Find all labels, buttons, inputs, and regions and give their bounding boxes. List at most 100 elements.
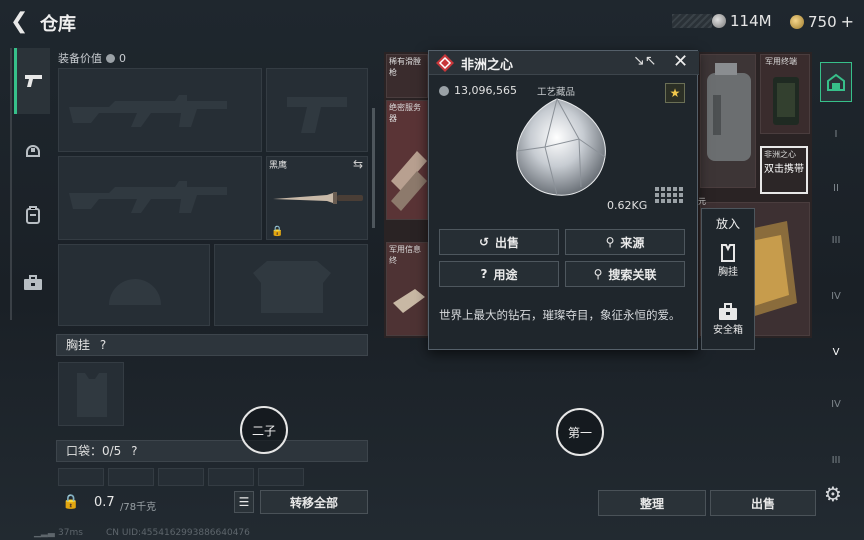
usage-button-label: 用途 bbox=[493, 267, 518, 282]
swap-icon[interactable]: ⇆ bbox=[353, 157, 363, 171]
pocket-slot-3[interactable] bbox=[158, 468, 204, 486]
left-bottom-bar: 🔒 0.7 /78千克 ☰ 转移全部 bbox=[56, 488, 376, 518]
helmet-icon bbox=[26, 145, 40, 157]
silver-coin-icon bbox=[712, 14, 726, 28]
transfer-all-button[interactable]: 转移全部 bbox=[260, 490, 368, 514]
search-related-button[interactable]: ⚲ 搜索关联 bbox=[565, 261, 685, 287]
favorite-star-icon[interactable]: ★ bbox=[665, 83, 685, 103]
right-storage-sidebar: I II III IV V IV III bbox=[818, 48, 854, 478]
popup-title: 非洲之心 bbox=[461, 58, 514, 73]
pistol-silhouette-icon bbox=[287, 97, 347, 133]
help-icon[interactable]: ? bbox=[100, 338, 106, 352]
chest-rig-slot[interactable] bbox=[58, 362, 124, 426]
sidebar-item-helmet[interactable] bbox=[18, 136, 48, 166]
gold-amount: 750 bbox=[808, 12, 837, 31]
grid-item-label: 军用终端 bbox=[765, 57, 797, 66]
sell-button-label: 出售 bbox=[495, 235, 520, 250]
storage-tab-label: IV bbox=[831, 398, 841, 410]
put-in-safebox-button[interactable]: 安全箱 bbox=[702, 303, 754, 349]
grid-item-heart-of-africa[interactable]: 非洲之心 双击携带 bbox=[760, 146, 808, 194]
secondary-weapon-slot[interactable] bbox=[58, 156, 262, 240]
sell-icon: ↺ bbox=[478, 235, 490, 249]
source-button-label: 来源 bbox=[620, 235, 645, 250]
search-icon: ⚲ bbox=[593, 267, 603, 281]
sell-all-button[interactable]: 出售 bbox=[710, 490, 816, 516]
terminal-icon bbox=[393, 289, 425, 313]
backpack-icon bbox=[26, 206, 40, 224]
put-in-chest-rig-button[interactable]: 胸挂 bbox=[702, 243, 754, 289]
loadout-circle-label: 二子 bbox=[251, 423, 276, 438]
sidebar-item-case[interactable] bbox=[18, 268, 48, 298]
storage-tab-1[interactable]: I bbox=[822, 120, 850, 148]
status-footer: ▁▂▃ 37ms CN UID:4554162993886640476 bbox=[0, 528, 864, 540]
storage-tab-5-active[interactable]: V bbox=[822, 338, 850, 366]
sidebar-item-weapons[interactable] bbox=[14, 48, 50, 114]
currency-tag: 元 bbox=[698, 197, 706, 206]
armor-slot[interactable] bbox=[214, 244, 368, 326]
put-in-label: 放入 bbox=[715, 216, 740, 231]
rifle-silhouette-icon bbox=[69, 181, 227, 213]
grid-item-jerrycan[interactable] bbox=[700, 54, 756, 188]
grid-item-top-secret-server[interactable]: 绝密服务器 bbox=[386, 100, 428, 220]
item-size-grid-icon bbox=[655, 187, 683, 203]
signal-icon: ▁▂▃ bbox=[34, 528, 55, 538]
item-description: 世界上最大的钻石，璀璨夺目，象征永恒的爱。 bbox=[439, 308, 681, 322]
storage-tab-7[interactable]: III bbox=[822, 446, 850, 474]
item-weight: 0.62KG bbox=[607, 199, 648, 212]
pocket-slot-2[interactable] bbox=[108, 468, 154, 486]
double-click-carry-hint: 双击携带 bbox=[764, 164, 804, 175]
list-view-button[interactable]: ☰ bbox=[234, 491, 254, 513]
scrollbar[interactable] bbox=[372, 108, 375, 228]
item-price: 13,096,565 bbox=[439, 84, 517, 97]
helmet-slot[interactable] bbox=[58, 244, 210, 326]
rifle-silhouette-icon bbox=[69, 95, 227, 127]
storage-home-tab[interactable] bbox=[820, 62, 852, 102]
silver-amount: 114M bbox=[730, 12, 772, 30]
vest-silhouette-icon bbox=[77, 373, 107, 417]
knife-name: 黑鹰 bbox=[269, 161, 288, 171]
organize-button[interactable]: 整理 bbox=[598, 490, 706, 516]
settings-gear-icon[interactable]: ⚙ bbox=[824, 482, 842, 506]
diamond-item-image bbox=[516, 98, 606, 196]
grid-item-military-terminal-2[interactable]: 军用终端 bbox=[760, 54, 810, 134]
storage-tab-label: II bbox=[833, 182, 839, 194]
loadout-circle-second[interactable]: 二子 bbox=[240, 406, 288, 454]
help-icon[interactable]: ? bbox=[131, 444, 137, 458]
pistol-slot[interactable] bbox=[266, 68, 368, 152]
weight-current: 0.7 bbox=[94, 495, 115, 510]
search-related-label: 搜索关联 bbox=[608, 267, 657, 282]
grid-item-label: 非洲之心 bbox=[764, 150, 796, 159]
pocket-section: 口袋：0/5 ? bbox=[56, 440, 368, 462]
loadout-circle-first[interactable]: 第一 bbox=[556, 408, 604, 456]
sell-button[interactable]: ↺ 出售 bbox=[439, 229, 559, 255]
pocket-slot-5[interactable] bbox=[258, 468, 304, 486]
source-button[interactable]: ⚲ 来源 bbox=[565, 229, 685, 255]
pistol-icon bbox=[24, 75, 42, 87]
storage-tab-4[interactable]: IV bbox=[822, 282, 850, 310]
header-stripe-decoration bbox=[672, 14, 712, 28]
grid-item-military-terminal[interactable]: 军用信息终 bbox=[386, 242, 428, 336]
primary-weapon-slot[interactable] bbox=[58, 68, 262, 152]
grid-item-label: 稀有滑膛枪 bbox=[389, 57, 421, 77]
pocket-slot-4[interactable] bbox=[208, 468, 254, 486]
page-title: 仓库 bbox=[40, 14, 76, 35]
device-icon bbox=[773, 77, 799, 125]
gold-coin-icon bbox=[790, 14, 804, 29]
storage-tab-label: III bbox=[831, 454, 841, 466]
close-icon[interactable]: ✕ bbox=[673, 51, 688, 72]
server-icon bbox=[391, 151, 427, 211]
collapse-icon[interactable]: ↘↖ bbox=[633, 53, 656, 69]
sidebar-item-backpack[interactable] bbox=[18, 200, 48, 230]
usage-button[interactable]: ? 用途 bbox=[439, 261, 559, 287]
back-arrow-icon[interactable]: ❮ bbox=[10, 10, 32, 34]
storage-tab-3[interactable]: III bbox=[822, 226, 850, 254]
currency-gold[interactable]: 750 + bbox=[790, 12, 854, 31]
add-currency-icon[interactable]: + bbox=[841, 12, 854, 31]
warehouse-icon bbox=[827, 73, 845, 91]
grid-item-rare-shotgun[interactable]: 稀有滑膛枪 bbox=[386, 54, 428, 98]
storage-tab-2[interactable]: II bbox=[822, 174, 850, 202]
storage-tab-label: IV bbox=[831, 290, 841, 302]
pocket-slot-1[interactable] bbox=[58, 468, 104, 486]
knife-slot[interactable]: 黑鹰 ⇆ 🔒 bbox=[266, 156, 368, 240]
storage-tab-6[interactable]: IV bbox=[822, 390, 850, 418]
